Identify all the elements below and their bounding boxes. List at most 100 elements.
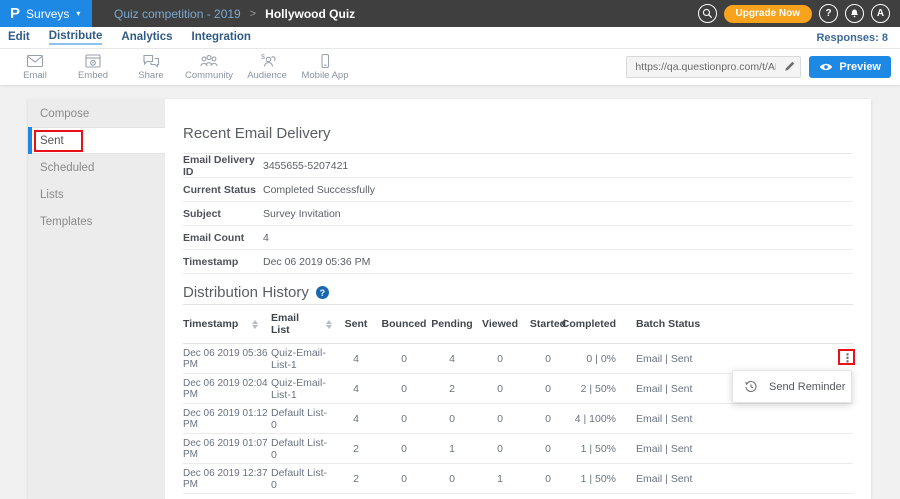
detail-value: Completed Successfully (263, 184, 375, 196)
tab-edit[interactable]: Edit (8, 31, 30, 44)
tool-mobile-app[interactable]: Mobile App (296, 53, 354, 81)
col-bounced: Bounced (380, 318, 428, 330)
user-avatar[interactable]: A (871, 4, 890, 23)
preview-button[interactable]: Preview (809, 56, 891, 78)
top-bar: P Surveys ▾ Quiz competition - 2019 > Ho… (0, 0, 900, 27)
breadcrumb-separator: > (250, 8, 256, 20)
cell-timestamp: Dec 06 2019 05:36 PM (183, 348, 271, 370)
survey-url-wrap (626, 56, 801, 78)
sort-icon[interactable] (252, 320, 258, 329)
cell-viewed: 0 (476, 353, 524, 365)
sidebar-item-scheduled[interactable]: Scheduled (28, 154, 165, 181)
col-completed: Completed (572, 318, 616, 330)
tool-community-label: Community (185, 70, 233, 81)
tool-audience[interactable]: $ Audience (238, 53, 296, 81)
table-row: Dec 06 2019 01:12 PM Default List-0 4 0 … (183, 404, 853, 434)
questionpro-logo-icon: P (10, 6, 20, 21)
sidebar-item-lists[interactable]: Lists (28, 181, 165, 208)
tool-share[interactable]: Share (122, 53, 180, 81)
search-icon[interactable] (698, 4, 717, 23)
cell-email-list: Default List-0 (271, 437, 332, 461)
cell-email-list: Default List-0 (271, 467, 332, 491)
topbar-actions: Upgrade Now ? A (698, 4, 900, 23)
sidebar-item-sent[interactable]: Sent (28, 127, 165, 154)
sidebar-item-lists-label: Lists (40, 189, 64, 201)
sidebar-item-scheduled-label: Scheduled (40, 162, 94, 174)
cell-sent: 4 (332, 383, 380, 395)
cell-started: 0 (524, 413, 572, 425)
responses-count[interactable]: Responses: 8 (816, 32, 888, 44)
history-help-icon[interactable]: ? (316, 286, 329, 299)
notifications-bell-icon[interactable] (845, 4, 864, 23)
tool-share-label: Share (138, 70, 163, 81)
row-actions-menu: Send Reminder (732, 370, 852, 403)
cell-bounced: 0 (380, 413, 428, 425)
cell-pending: 1 (428, 443, 476, 455)
survey-url-input[interactable] (626, 56, 801, 78)
cell-started: 0 (524, 443, 572, 455)
cell-completed: 1 | 50% (572, 473, 616, 485)
cell-viewed: 1 (476, 473, 524, 485)
questionpro-sent-page: P Surveys ▾ Quiz competition - 2019 > Ho… (0, 0, 900, 499)
detail-row-subject: Subject Survey Invitation (183, 202, 853, 226)
tool-email[interactable]: Email (6, 53, 64, 81)
help-icon[interactable]: ? (819, 4, 838, 23)
tool-mobile-app-label: Mobile App (301, 70, 348, 81)
sidebar-item-compose[interactable]: Compose (28, 100, 165, 127)
send-reminder-menu-item[interactable]: Send Reminder (769, 381, 845, 393)
cell-timestamp: Dec 06 2019 01:12 PM (183, 408, 271, 430)
share-icon (142, 53, 160, 69)
detail-value: Dec 06 2019 05:36 PM (263, 256, 370, 268)
email-sidebar: Compose Sent Scheduled Lists Templates (28, 99, 165, 499)
cell-timestamp: Dec 06 2019 01:07 PM (183, 438, 271, 460)
breadcrumb: Quiz competition - 2019 > Hollywood Quiz (114, 7, 355, 21)
edit-url-pencil-icon[interactable] (783, 60, 796, 78)
distribution-history-header: Distribution History ? (183, 284, 853, 301)
row-actions-kebab-icon[interactable]: ⋮ (839, 350, 856, 366)
cell-email-list: Quiz-Email-List-1 (271, 347, 332, 371)
recent-delivery-title: Recent Email Delivery (183, 125, 853, 142)
email-icon (26, 53, 44, 69)
cell-viewed: 0 (476, 383, 524, 395)
tool-audience-label: Audience (247, 70, 287, 81)
history-header-row: Timestamp Email List Sent Bounced Pendin… (183, 305, 853, 344)
detail-row-delivery-id: Email Delivery ID 3455655-5207421 (183, 154, 853, 178)
cell-bounced: 0 (380, 443, 428, 455)
tool-embed-label: Embed (78, 70, 108, 81)
cell-batch-status: Email | Sent (616, 353, 853, 365)
cell-completed: 0 | 0% (572, 353, 616, 365)
col-viewed: Viewed (476, 318, 524, 330)
tab-analytics[interactable]: Analytics (121, 31, 172, 44)
detail-value: 4 (263, 232, 269, 244)
audience-icon: $ (257, 53, 277, 69)
col-email-list[interactable]: Email List (271, 312, 332, 336)
cell-completed: 4 | 100% (572, 413, 616, 425)
upgrade-now-button[interactable]: Upgrade Now (724, 5, 812, 23)
cell-viewed: 0 (476, 443, 524, 455)
surveys-menu[interactable]: P Surveys ▾ (0, 0, 92, 27)
eye-icon (819, 62, 833, 72)
detail-row-current-status: Current Status Completed Successfully (183, 178, 853, 202)
tool-embed[interactable]: Embed (64, 53, 122, 81)
cell-viewed: 0 (476, 413, 524, 425)
table-row: Dec 06 2019 01:07 PM Default List-0 2 0 … (183, 434, 853, 464)
tab-integration[interactable]: Integration (192, 31, 251, 44)
cell-batch-status: Email | Sent (616, 443, 853, 455)
cell-batch-status: Email | Sent (616, 473, 853, 485)
detail-row-email-count: Email Count 4 (183, 226, 853, 250)
nav-tabs: Edit Distribute Analytics Integration (8, 30, 251, 45)
col-sent: Sent (332, 318, 380, 330)
breadcrumb-parent[interactable]: Quiz competition - 2019 (114, 7, 241, 21)
svg-text:$: $ (261, 54, 265, 61)
sent-content-card: Compose Sent Scheduled Lists Templates R… (28, 99, 871, 499)
tool-community[interactable]: Community (180, 53, 238, 81)
col-batch-status: Batch Status (616, 318, 853, 330)
col-timestamp[interactable]: Timestamp (183, 318, 271, 330)
detail-label: Subject (183, 208, 263, 220)
breadcrumb-current: Hollywood Quiz (265, 7, 355, 21)
sidebar-item-templates[interactable]: Templates (28, 208, 165, 235)
tab-distribute[interactable]: Distribute (49, 30, 103, 45)
surveys-menu-label: Surveys (26, 7, 69, 21)
cell-started: 0 (524, 383, 572, 395)
distribute-toolbar: Email Embed Share Community $ Audience M… (0, 49, 900, 85)
